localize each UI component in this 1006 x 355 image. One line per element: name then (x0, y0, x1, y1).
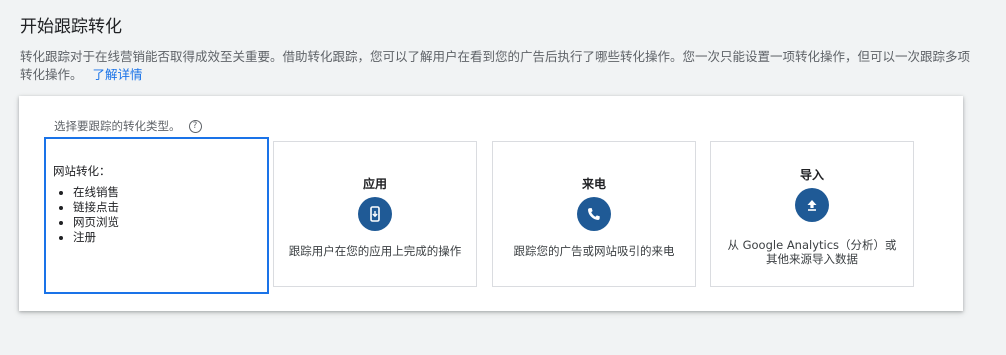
option-website[interactable]: 网站转化： 在线销售 链接点击 网页浏览 注册 (44, 137, 269, 294)
option-phone-description: 跟踪您的广告或网站吸引的来电 (513, 244, 675, 258)
upload-icon (795, 188, 829, 222)
list-item: 在线销售 (73, 185, 119, 200)
mobile-phone-icon (358, 197, 392, 231)
list-item: 链接点击 (73, 200, 119, 215)
prompt-label: 选择要跟踪的转化类型。 (54, 119, 181, 133)
option-app[interactable]: 应用 跟踪用户在您的应用上完成的操作 (273, 141, 477, 287)
option-import[interactable]: 导入 从 Google Analytics（分析）或其他来源导入数据 (710, 141, 914, 287)
option-import-title: 导入 (799, 168, 824, 182)
intro-text-block: 转化跟踪对于在线营销能否取得成效至关重要。借助转化跟踪，您可以了解用户在看到您的… (20, 48, 980, 84)
option-app-description: 跟踪用户在您的应用上完成的操作 (288, 244, 462, 258)
option-import-description: 从 Google Analytics（分析）或其他来源导入数据 (727, 238, 897, 266)
page-title: 开始跟踪转化 (20, 17, 122, 37)
option-phone-call[interactable]: 来电 跟踪您的广告或网站吸引的来电 (492, 141, 696, 287)
list-item: 注册 (73, 230, 119, 245)
conversion-type-prompt: 选择要跟踪的转化类型。 ? (54, 118, 202, 134)
phone-call-icon (577, 197, 611, 231)
list-item: 网页浏览 (73, 215, 119, 230)
help-icon[interactable]: ? (188, 119, 202, 133)
option-app-title: 应用 (362, 177, 387, 191)
intro-text: 转化跟踪对于在线营销能否取得成效至关重要。借助转化跟踪，您可以了解用户在看到您的… (20, 49, 971, 82)
option-website-title: 网站转化： (53, 164, 111, 178)
conversion-type-card: 选择要跟踪的转化类型。 ? 网站转化： 在线销售 链接点击 网页浏览 注册 应用… (19, 96, 963, 311)
option-phone-title: 来电 (581, 177, 606, 191)
option-website-list: 在线销售 链接点击 网页浏览 注册 (53, 185, 119, 245)
learn-more-link[interactable]: 了解详情 (93, 67, 143, 82)
